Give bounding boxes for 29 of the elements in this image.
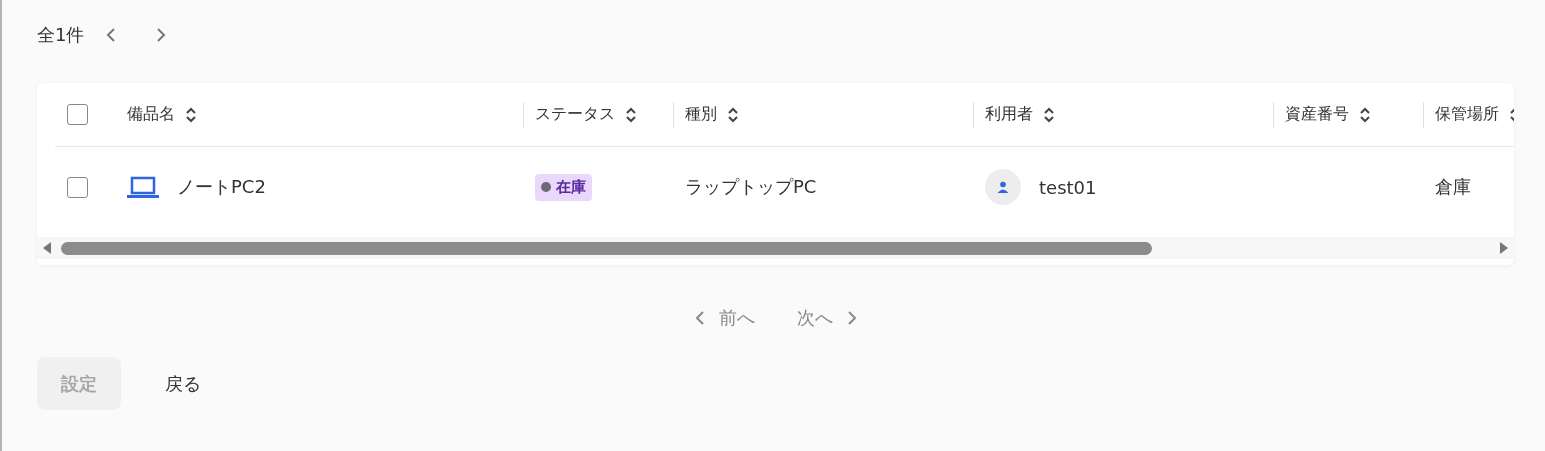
chevron-right-icon [846, 310, 857, 326]
table-cell: 倉庫 [1435, 175, 1471, 199]
column-header: 備品名 [127, 104, 175, 125]
column-header: ステータス [535, 104, 615, 125]
column-header: 利用者 [985, 104, 1033, 125]
previous-icon [106, 27, 117, 43]
column-header: 資産番号 [1285, 104, 1349, 125]
back-button[interactable]: 戻る [141, 357, 225, 410]
checkbox[interactable] [67, 176, 88, 198]
laptop-icon [127, 176, 159, 198]
sort-icon[interactable] [625, 105, 637, 124]
table-cell: ノートPC2 [177, 175, 266, 199]
sort-icon[interactable] [727, 105, 739, 124]
checkbox[interactable] [67, 104, 88, 125]
table-cell: test01 [1039, 176, 1097, 198]
sort-icon[interactable] [185, 105, 197, 124]
next-icon [156, 27, 167, 43]
result-count: 全1件 [37, 23, 85, 47]
scroll-right-icon[interactable] [1500, 242, 1508, 254]
column-header: 保管場所 [1435, 104, 1499, 125]
chevron-left-icon [694, 310, 705, 326]
status-badge: 在庫 [535, 173, 592, 201]
sort-icon[interactable] [1043, 105, 1055, 124]
scroll-left-icon[interactable] [43, 242, 51, 254]
table-cell: ラップトップPC [685, 175, 817, 199]
scrollbar[interactable] [37, 237, 1514, 259]
column-header: 種別 [685, 104, 717, 125]
avatar-icon [985, 169, 1021, 205]
sort-icon[interactable] [1359, 105, 1371, 124]
